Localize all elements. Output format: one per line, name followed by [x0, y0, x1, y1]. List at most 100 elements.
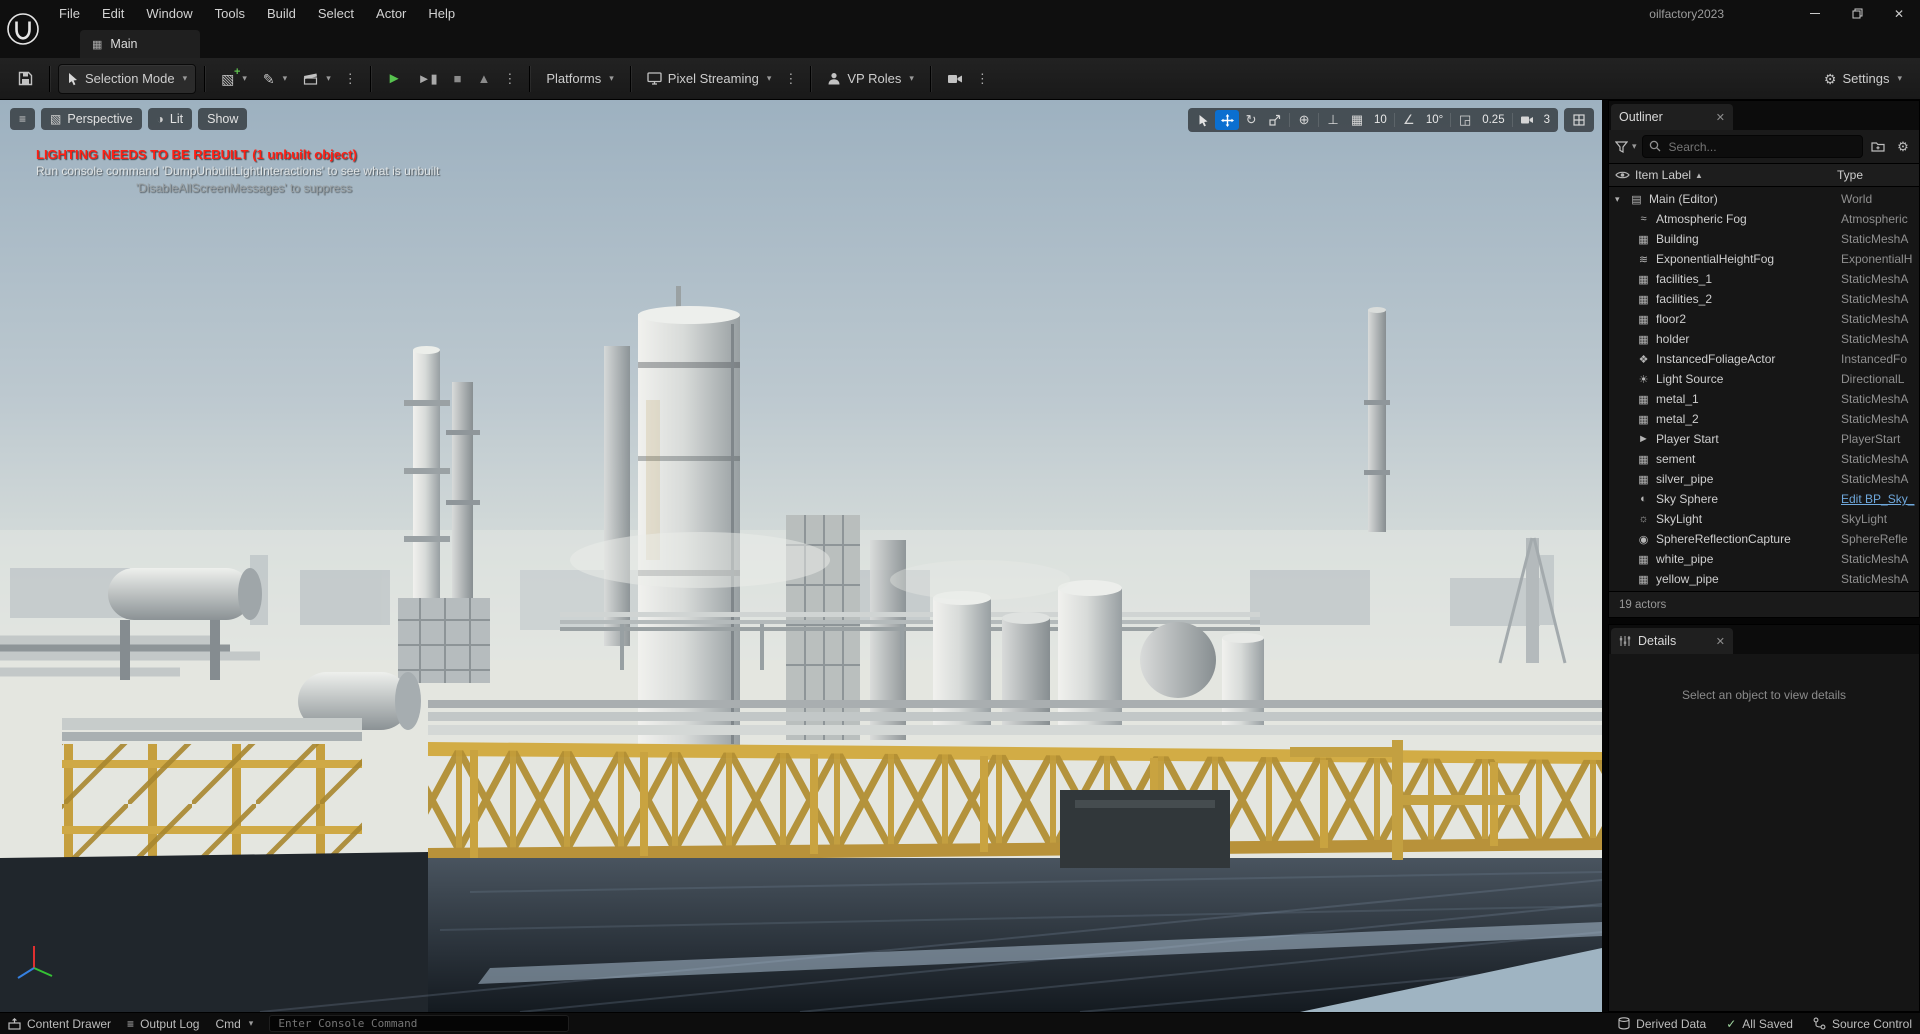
details-tab-label: Details — [1638, 634, 1677, 648]
editor-mode-dropdown[interactable]: Selection Mode ▾ — [58, 63, 197, 94]
outliner-settings-button[interactable]: ⚙ — [1893, 136, 1913, 158]
pixel-streaming-dropdown[interactable]: Pixel Streaming ▾ — [639, 64, 780, 94]
outliner-row[interactable]: ≈ Atmospheric Fog Atmospheric — [1609, 209, 1919, 229]
menu-tools[interactable]: Tools — [204, 0, 256, 27]
column-type[interactable]: Type — [1837, 168, 1915, 182]
scale-tool-button[interactable] — [1263, 110, 1287, 130]
camera-speed-value-button[interactable]: 3 — [1539, 114, 1555, 126]
outliner-item-label: sement — [1656, 452, 1696, 466]
toolbar-overflow-menu[interactable]: ⋮ — [339, 71, 362, 87]
select-tool-button[interactable] — [1191, 110, 1215, 130]
pixel-streaming-options-menu[interactable]: ⋮ — [779, 71, 802, 87]
close-icon[interactable]: ✕ — [1716, 111, 1725, 124]
outliner-row[interactable]: ◉ SphereReflectionCapture SphereRefle — [1609, 529, 1919, 549]
perspective-icon: ▧ — [50, 112, 62, 126]
outliner-row[interactable]: ▦ facilities_2 StaticMeshA — [1609, 289, 1919, 309]
outliner-row[interactable]: ▦ floor2 StaticMeshA — [1609, 309, 1919, 329]
menu-file[interactable]: File — [48, 0, 91, 27]
outliner-row[interactable]: ▦ Building StaticMeshA — [1609, 229, 1919, 249]
grid-snap-toggle-button[interactable]: ▦ — [1345, 110, 1369, 130]
world-local-toggle-button[interactable]: ⊕ — [1292, 110, 1316, 130]
outliner-row[interactable]: ▾ ▤ Main (Editor) World — [1609, 189, 1919, 209]
column-item-label[interactable]: Item Label — [1635, 168, 1691, 182]
outliner-row[interactable]: ▦ white_pipe StaticMeshA — [1609, 549, 1919, 569]
cinematics-dropdown[interactable]: ▾ — [295, 64, 339, 94]
rotation-snap-value-button[interactable]: 10° — [1421, 114, 1448, 126]
rotate-tool-button[interactable]: ↻ — [1239, 110, 1263, 130]
menu-window[interactable]: Window — [135, 0, 203, 27]
move-tool-button[interactable] — [1215, 110, 1240, 130]
vp-roles-dropdown[interactable]: VP Roles ▾ — [819, 64, 922, 94]
outliner-row[interactable]: ► Player Start PlayerStart — [1609, 429, 1919, 449]
scale-snap-toggle-button[interactable]: ◲ — [1453, 110, 1477, 130]
outliner-row[interactable]: ◐ Sky Sphere Edit BP_Sky_ — [1609, 489, 1919, 509]
outliner-search-input[interactable] — [1641, 135, 1863, 158]
derived-data-button[interactable]: Derived Data — [1618, 1017, 1706, 1031]
render-movie-button[interactable] — [939, 64, 971, 94]
close-window-button[interactable]: ✕ — [1878, 0, 1920, 27]
outliner-filter-button[interactable]: ▾ — [1615, 136, 1637, 158]
viewport-perspective-button[interactable]: ▧ Perspective — [41, 108, 142, 130]
outliner-item-label: SphereReflectionCapture — [1656, 532, 1791, 546]
outliner-new-folder-button[interactable] — [1868, 136, 1888, 158]
play-button[interactable]: ► — [379, 64, 410, 94]
outliner-row[interactable]: ≋ ExponentialHeightFog ExponentialH — [1609, 249, 1919, 269]
outliner-row[interactable]: ▦ metal_2 StaticMeshA — [1609, 409, 1919, 429]
stop-button[interactable]: ■ — [446, 64, 470, 94]
platforms-dropdown[interactable]: Platforms ▾ — [538, 64, 621, 94]
save-button[interactable] — [10, 64, 41, 94]
menu-build[interactable]: Build — [256, 0, 307, 27]
camera-speed-button[interactable] — [1515, 110, 1539, 130]
unreal-logo[interactable] — [0, 0, 46, 58]
expand-caret-icon[interactable]: ▾ — [1615, 194, 1628, 205]
minimize-button[interactable] — [1794, 0, 1836, 27]
cmd-dropdown[interactable]: Cmd ▾ — [215, 1017, 253, 1031]
outliner-row[interactable]: ▦ metal_1 StaticMeshA — [1609, 389, 1919, 409]
console-command-input[interactable] — [269, 1015, 570, 1032]
tab-details[interactable]: Details ✕ — [1611, 628, 1733, 654]
all-saved-button[interactable]: ✓ All Saved — [1726, 1017, 1793, 1031]
viewport-3d-scene[interactable] — [0, 100, 1602, 1012]
close-icon[interactable]: ✕ — [1716, 635, 1725, 648]
menu-edit[interactable]: Edit — [91, 0, 135, 27]
frame-advance-button[interactable]: ▲ — [469, 64, 498, 94]
outliner-row[interactable]: ▦ sement StaticMeshA — [1609, 449, 1919, 469]
blueprints-dropdown[interactable]: ✎ ▾ — [255, 64, 295, 94]
viewport-show-button[interactable]: Show — [198, 108, 248, 130]
scale-snap-value-button[interactable]: 0.25 — [1477, 114, 1509, 126]
tab-main[interactable]: ▦ Main — [80, 30, 200, 58]
level-viewport[interactable]: ≡ ▧ Perspective ◑ Lit Show ↻ ⊕ ⊥ ▦ 10 ∠ … — [0, 100, 1602, 1012]
maximize-viewport-button[interactable] — [1567, 110, 1591, 130]
outliner-row[interactable]: ❖ InstancedFoliageActor InstancedFo — [1609, 349, 1919, 369]
outliner-row[interactable]: ▦ facilities_1 StaticMeshA — [1609, 269, 1919, 289]
check-icon: ✓ — [1726, 1016, 1737, 1031]
menu-actor[interactable]: Actor — [365, 0, 417, 27]
render-options-menu[interactable]: ⋮ — [971, 71, 994, 87]
outliner-row[interactable]: ☼ SkyLight SkyLight — [1609, 509, 1919, 529]
outliner-row[interactable]: ▦ yellow_pipe StaticMeshA — [1609, 569, 1919, 589]
eye-visibility-icon[interactable] — [1615, 170, 1630, 180]
outliner-row[interactable]: ▦ holder StaticMeshA — [1609, 329, 1919, 349]
outliner-item-type-link[interactable]: Edit BP_Sky_ — [1841, 492, 1919, 506]
content-drawer-button[interactable]: Content Drawer — [8, 1017, 111, 1031]
restore-button[interactable] — [1836, 0, 1878, 27]
surface-snapping-button[interactable]: ⊥ — [1321, 110, 1345, 130]
outliner-item-type: StaticMeshA — [1841, 232, 1909, 246]
viewport-view-mode-button[interactable]: ◑ Lit — [147, 108, 193, 130]
grid-snap-value-button[interactable]: 10 — [1369, 114, 1392, 126]
settings-dropdown[interactable]: ⚙ Settings ▾ — [1816, 64, 1910, 94]
outliner-item-label: holder — [1656, 332, 1690, 346]
outliner-row[interactable]: ☀ Light Source DirectionalL — [1609, 369, 1919, 389]
lit-sphere-icon: ◑ — [156, 112, 164, 126]
source-control-button[interactable]: Source Control — [1813, 1017, 1912, 1031]
skip-to-next-button[interactable]: ►▮ — [410, 64, 446, 94]
tab-outliner[interactable]: Outliner ✕ — [1611, 104, 1733, 130]
add-actor-dropdown[interactable]: ▧ + ▾ — [213, 64, 255, 94]
menu-help[interactable]: Help — [417, 0, 466, 27]
viewport-options-button[interactable]: ≡ — [10, 108, 36, 130]
outliner-row[interactable]: ▦ silver_pipe StaticMeshA — [1609, 469, 1919, 489]
output-log-button[interactable]: ≡ Output Log — [127, 1017, 199, 1031]
menu-select[interactable]: Select — [307, 0, 365, 27]
rotation-snap-toggle-button[interactable]: ∠ — [1397, 110, 1421, 130]
play-options-menu[interactable]: ⋮ — [498, 71, 521, 87]
